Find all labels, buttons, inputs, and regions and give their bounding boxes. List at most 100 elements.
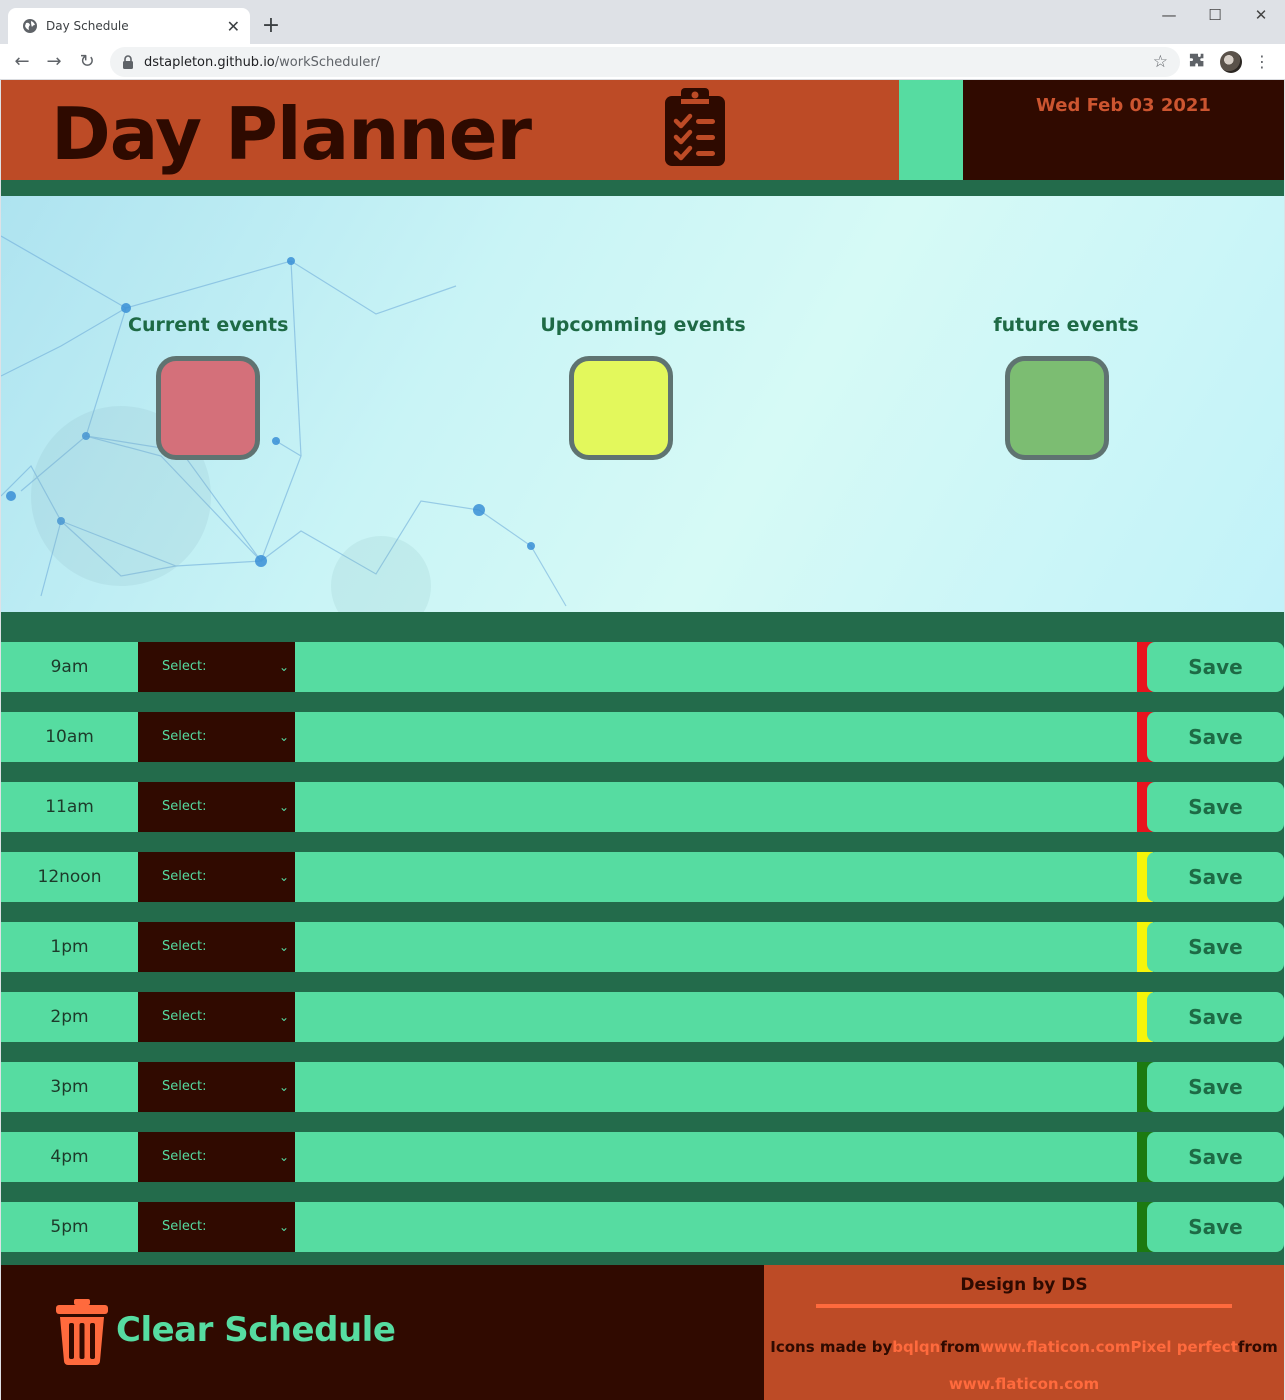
time-block-row: 1pm Select: ⌄ Save — [1, 922, 1284, 972]
event-type-select[interactable]: Select: ⌄ — [138, 782, 295, 832]
credits-block: Design by DS Icons made bybqlqnfromwww.f… — [764, 1265, 1284, 1400]
chevron-down-icon: ⌄ — [278, 940, 289, 954]
bookmark-star-icon[interactable]: ☆ — [1153, 52, 1168, 72]
flaticon-link[interactable]: www.flaticon.com — [980, 1338, 1130, 1356]
legend-panel: Current events Upcomming events future e… — [1, 196, 1284, 612]
current-date: Wed Feb 03 2021 — [1036, 95, 1211, 116]
address-bar[interactable]: dstapleton.github.io/workScheduler/ ☆ — [110, 47, 1180, 77]
select-value: Select: — [162, 939, 207, 954]
hour-label: 5pm — [1, 1202, 138, 1252]
chevron-down-icon: ⌄ — [278, 1150, 289, 1164]
chevron-down-icon: ⌄ — [278, 730, 289, 744]
clipboard-checklist-icon — [665, 88, 725, 166]
minimize-icon[interactable]: — — [1147, 6, 1191, 24]
event-textarea[interactable] — [295, 642, 1137, 692]
tab-close-icon[interactable]: ✕ — [227, 17, 240, 36]
legend-label: future events — [993, 314, 1139, 336]
back-icon[interactable]: ← — [10, 50, 34, 74]
clear-schedule-button[interactable]: Clear Schedule — [1, 1265, 764, 1400]
globe-icon — [23, 19, 37, 33]
date-block: Wed Feb 03 2021 — [963, 80, 1284, 180]
divider — [816, 1304, 1232, 1308]
event-textarea[interactable] — [295, 852, 1137, 902]
event-textarea[interactable] — [295, 922, 1137, 972]
hour-label: 9am — [1, 642, 138, 692]
page-title: Day Planner — [51, 92, 532, 176]
time-block-row: 3pm Select: ⌄ Save — [1, 1062, 1284, 1112]
chevron-down-icon: ⌄ — [278, 1220, 289, 1234]
legend-label: Upcomming events — [540, 314, 746, 336]
event-type-select[interactable]: Select: ⌄ — [138, 1132, 295, 1182]
browser-toolbar: ← → ↻ dstapleton.github.io/workScheduler… — [0, 44, 1285, 80]
event-type-select[interactable]: Select: ⌄ — [138, 642, 295, 692]
select-value: Select: — [162, 1009, 207, 1024]
legend-future: future events — [986, 314, 1146, 460]
save-button[interactable]: Save — [1147, 1202, 1284, 1252]
url-text: dstapleton.github.io/workScheduler/ — [144, 54, 381, 70]
header-accent-bar — [899, 80, 963, 180]
save-button[interactable]: Save — [1147, 1132, 1284, 1182]
hour-label: 10am — [1, 712, 138, 762]
lock-icon — [123, 55, 133, 69]
time-block-row: 9am Select: ⌄ Save — [1, 642, 1284, 692]
reload-icon[interactable]: ↻ — [75, 50, 99, 74]
event-textarea[interactable] — [295, 712, 1137, 762]
save-button[interactable]: Save — [1147, 1062, 1284, 1112]
event-type-select[interactable]: Select: ⌄ — [138, 992, 295, 1042]
hour-label: 1pm — [1, 922, 138, 972]
tab-title: Day Schedule — [46, 19, 129, 33]
hour-label: 3pm — [1, 1062, 138, 1112]
profile-avatar[interactable] — [1220, 51, 1242, 73]
maximize-icon[interactable]: ☐ — [1193, 6, 1237, 24]
from-text: from — [1237, 1338, 1278, 1356]
select-value: Select: — [162, 799, 207, 814]
event-textarea[interactable] — [295, 1132, 1137, 1182]
event-textarea[interactable] — [295, 782, 1137, 832]
save-button[interactable]: Save — [1147, 922, 1284, 972]
hour-label: 12noon — [1, 852, 138, 902]
browser-tab[interactable]: Day Schedule ✕ — [8, 8, 250, 44]
hour-label: 2pm — [1, 992, 138, 1042]
author-link-pixel-perfect[interactable]: Pixel perfect — [1130, 1338, 1237, 1356]
network-background-image — [1, 235, 567, 612]
time-block-row: 12noon Select: ⌄ Save — [1, 852, 1284, 902]
time-block-row: 2pm Select: ⌄ Save — [1, 992, 1284, 1042]
clear-schedule-label: Clear Schedule — [116, 1310, 396, 1350]
extensions-icon[interactable] — [1187, 52, 1207, 72]
chevron-down-icon: ⌄ — [278, 660, 289, 674]
chevron-down-icon: ⌄ — [278, 1010, 289, 1024]
event-type-select[interactable]: Select: ⌄ — [138, 922, 295, 972]
event-type-select[interactable]: Select: ⌄ — [138, 1202, 295, 1252]
trash-icon — [56, 1299, 108, 1365]
save-button[interactable]: Save — [1147, 852, 1284, 902]
time-block-row: 10am Select: ⌄ Save — [1, 712, 1284, 762]
event-textarea[interactable] — [295, 992, 1137, 1042]
save-button[interactable]: Save — [1147, 712, 1284, 762]
day-planner-page: Day Planner Wed Feb 03 2021 Current even… — [1, 80, 1284, 1400]
save-button[interactable]: Save — [1147, 642, 1284, 692]
time-block-row: 4pm Select: ⌄ Save — [1, 1132, 1284, 1182]
new-tab-icon[interactable]: + — [258, 14, 284, 40]
event-type-select[interactable]: Select: ⌄ — [138, 852, 295, 902]
event-type-select[interactable]: Select: ⌄ — [138, 1062, 295, 1112]
event-type-select[interactable]: Select: ⌄ — [138, 712, 295, 762]
event-textarea[interactable] — [295, 1062, 1137, 1112]
menu-kebab-icon[interactable]: ⋮ — [1252, 52, 1272, 72]
chevron-down-icon: ⌄ — [278, 870, 289, 884]
time-block-row: 11am Select: ⌄ Save — [1, 782, 1284, 832]
legend-swatch — [1005, 356, 1109, 460]
select-value: Select: — [162, 659, 207, 674]
event-textarea[interactable] — [295, 1202, 1137, 1252]
page-header: Day Planner Wed Feb 03 2021 — [1, 80, 1284, 180]
save-button[interactable]: Save — [1147, 782, 1284, 832]
author-link-bqlqn[interactable]: bqlqn — [892, 1338, 940, 1356]
flaticon-link[interactable]: www.flaticon.com — [949, 1375, 1099, 1393]
save-button[interactable]: Save — [1147, 992, 1284, 1042]
forward-icon[interactable]: → — [42, 50, 66, 74]
credits-prefix: Icons made by — [770, 1338, 893, 1356]
select-value: Select: — [162, 869, 207, 884]
window-close-icon[interactable]: ✕ — [1239, 6, 1283, 24]
chevron-down-icon: ⌄ — [278, 800, 289, 814]
hour-label: 4pm — [1, 1132, 138, 1182]
legend-upcoming: Upcomming events — [523, 314, 763, 460]
